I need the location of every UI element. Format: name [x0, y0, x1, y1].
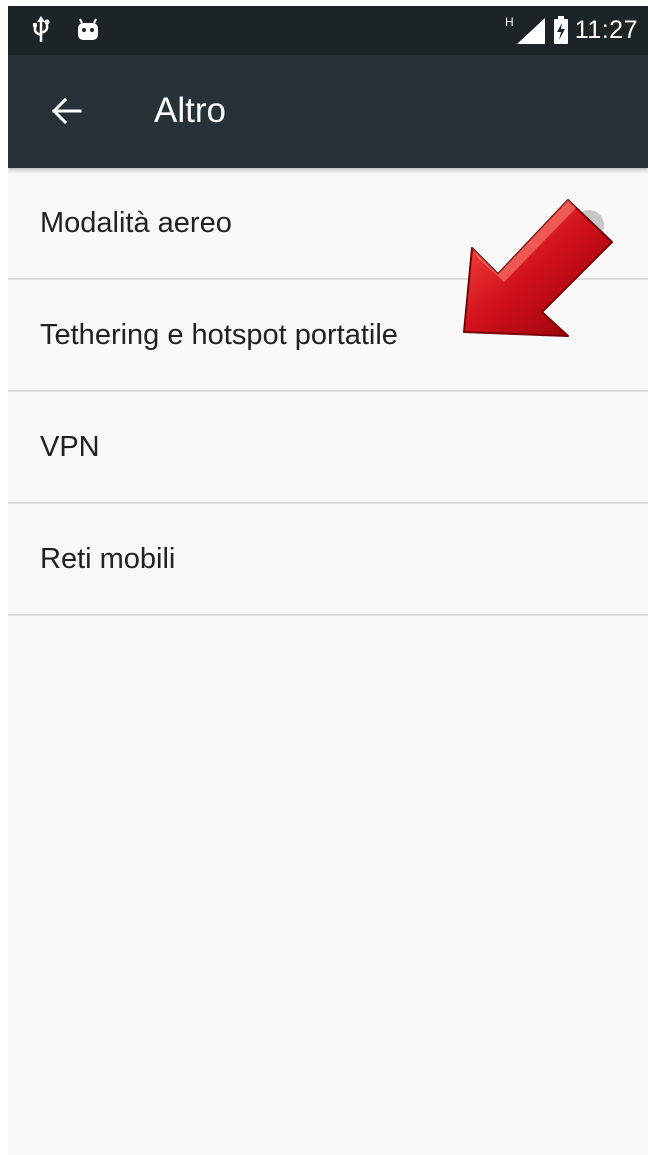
- arrow-left-icon: [51, 97, 82, 125]
- list-item-label: VPN: [40, 431, 100, 463]
- red-arrow-pointer-icon: [463, 199, 613, 337]
- android-icon: [78, 18, 98, 40]
- settings-screen: H 11:27 Altro Modalità aereo Tethering e…: [8, 6, 648, 1155]
- usb-icon: [33, 16, 50, 42]
- network-type-label: H: [505, 15, 514, 29]
- app-bar: Altro: [8, 55, 648, 168]
- list-item-label: Tethering e hotspot portatile: [40, 319, 398, 351]
- system-icons: H 11:27: [505, 14, 638, 46]
- notification-icons: [32, 16, 100, 44]
- vpn-item[interactable]: VPN: [8, 392, 648, 504]
- signal-icon: H: [505, 15, 545, 44]
- page-title: Altro: [154, 91, 226, 130]
- clock: 11:27: [574, 15, 638, 44]
- list-item-label: Modalità aereo: [40, 207, 232, 239]
- mobile-networks-item[interactable]: Reti mobili: [8, 504, 648, 616]
- back-button[interactable]: [44, 89, 88, 133]
- list-item-label: Reti mobili: [40, 543, 176, 575]
- status-bar: H 11:27: [8, 6, 648, 55]
- battery-charging-icon: [553, 16, 568, 44]
